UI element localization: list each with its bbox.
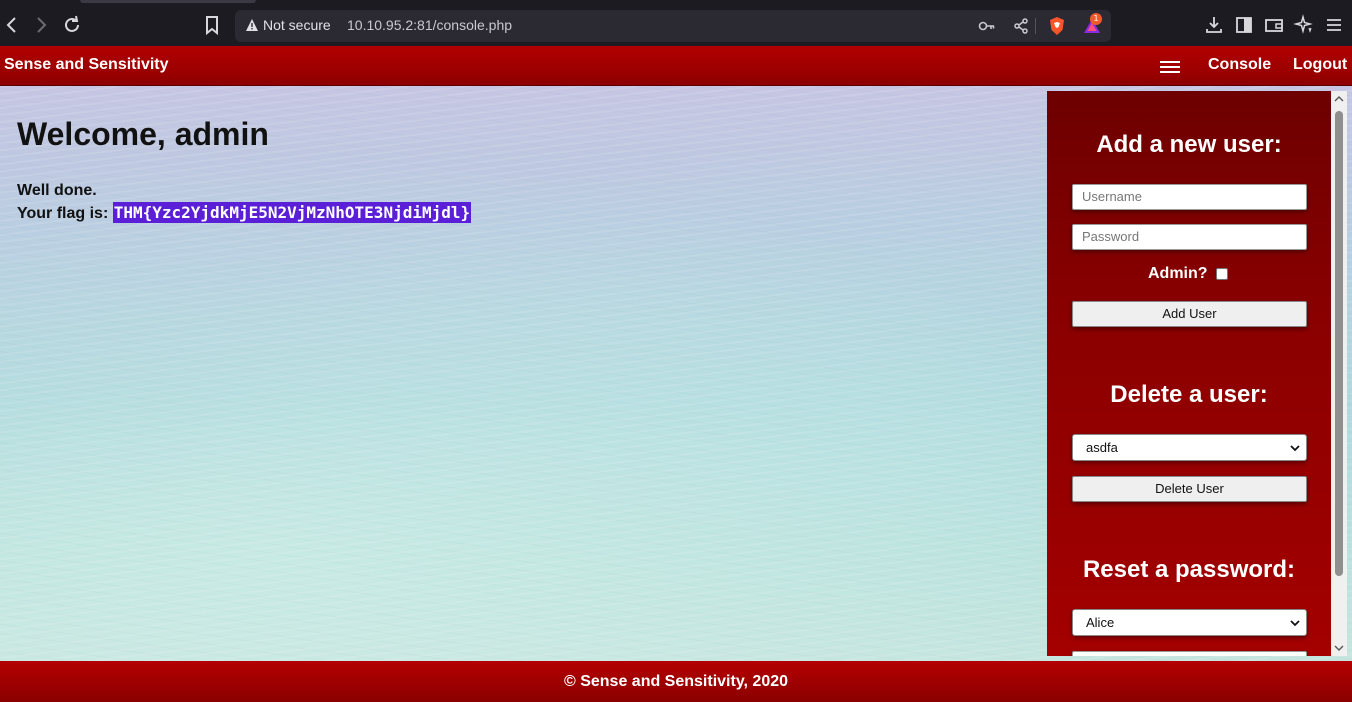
reset-user-selected: Alice: [1086, 615, 1115, 630]
active-tab-indicator: [80, 0, 256, 3]
sidebar-icon[interactable]: [1232, 13, 1256, 37]
warning-icon: [246, 19, 258, 31]
welcome-heading: Welcome, admin: [17, 116, 269, 152]
delete-user-selected: asdfa: [1086, 440, 1118, 455]
panel-scrollbar[interactable]: [1331, 91, 1347, 656]
success-message: Well done.: [17, 182, 97, 199]
menu-icon[interactable]: [1322, 13, 1346, 37]
flag-value[interactable]: THM{Yzc2YjdkMjE5N2VjMzNhOTE3NjdiMjdl}: [112, 202, 472, 223]
chevron-down-icon: [1290, 620, 1300, 627]
notification-badge: 1: [1090, 13, 1102, 25]
username-field[interactable]: Username: [1072, 184, 1307, 210]
urlbar-divider: [1035, 18, 1036, 34]
delete-user-button[interactable]: Delete User: [1072, 476, 1307, 502]
url-text[interactable]: 10.10.95.2:81/console.php: [347, 17, 512, 33]
admin-panel: Add a new user: Username Password Admin?…: [1047, 91, 1331, 656]
scroll-down-icon[interactable]: [1334, 643, 1344, 653]
admin-checkbox[interactable]: [1216, 268, 1228, 280]
new-password-field[interactable]: [1072, 651, 1307, 656]
flag-line: Your flag is: THM{Yzc2YjdkMjE5N2VjMzNhOT…: [17, 202, 472, 223]
forward-icon[interactable]: [29, 13, 53, 37]
rewards-icon[interactable]: 1: [1080, 13, 1104, 38]
reload-icon[interactable]: [60, 13, 84, 37]
share-icon[interactable]: [1009, 14, 1033, 38]
site-header: Sense and Sensitivity Console Logout: [0, 46, 1352, 86]
admin-label: Admin?: [1148, 265, 1208, 282]
nav-logout-link[interactable]: Logout: [1293, 56, 1347, 74]
hamburger-icon[interactable]: [1160, 58, 1182, 74]
scrollbar-thumb[interactable]: [1335, 111, 1343, 576]
browser-toolbar: Not secure 10.10.95.2:81/console.php 1: [0, 0, 1352, 46]
key-icon[interactable]: [975, 14, 999, 38]
bookmark-icon[interactable]: [200, 13, 224, 37]
chevron-down-icon: [1290, 445, 1300, 452]
back-icon[interactable]: [0, 13, 24, 37]
flag-label: Your flag is:: [17, 205, 113, 222]
add-user-button[interactable]: Add User: [1072, 301, 1307, 327]
wallet-icon[interactable]: [1262, 13, 1286, 37]
delete-user-heading: Delete a user:: [1110, 381, 1268, 408]
tab-strip: [0, 0, 1352, 6]
add-user-heading: Add a new user:: [1096, 131, 1282, 158]
leo-ai-icon[interactable]: [1292, 13, 1316, 37]
nav-console-link[interactable]: Console: [1208, 56, 1271, 74]
page-content: Welcome, admin Well done. Your flag is: …: [0, 86, 1352, 661]
brand-title[interactable]: Sense and Sensitivity: [4, 56, 169, 74]
site-footer: © Sense and Sensitivity, 2020: [0, 661, 1352, 702]
delete-user-select[interactable]: asdfa: [1072, 434, 1307, 461]
scroll-up-icon[interactable]: [1334, 94, 1344, 104]
reset-user-select[interactable]: Alice: [1072, 609, 1307, 636]
address-bar[interactable]: Not secure 10.10.95.2:81/console.php 1: [235, 10, 1111, 42]
brave-shield-icon[interactable]: [1045, 14, 1069, 38]
security-label[interactable]: Not secure: [263, 17, 331, 33]
password-field[interactable]: Password: [1072, 224, 1307, 250]
download-icon[interactable]: [1202, 13, 1226, 37]
reset-password-heading: Reset a password:: [1082, 556, 1296, 583]
